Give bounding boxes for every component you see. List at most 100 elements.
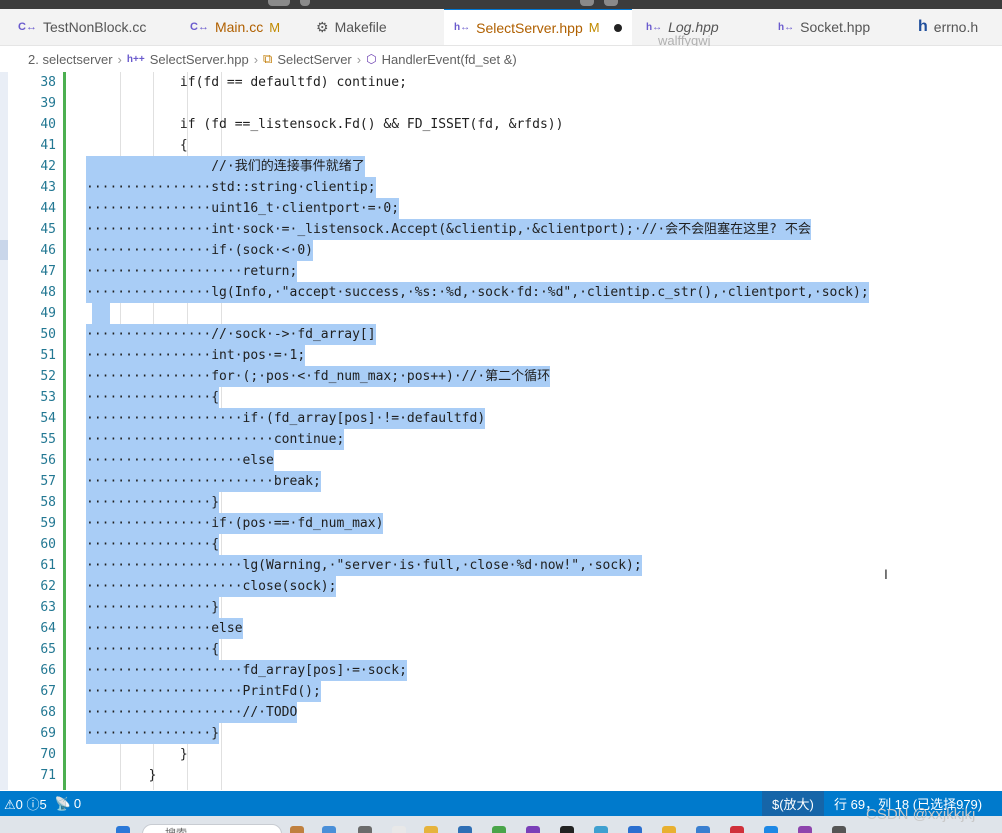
app-icon[interactable] bbox=[798, 826, 812, 833]
code-line[interactable]: 70 } bbox=[0, 744, 1002, 765]
code-text[interactable]: ························continue; bbox=[86, 429, 345, 450]
code-text[interactable]: ················} bbox=[86, 723, 220, 744]
code-line[interactable]: 56 ····················else bbox=[0, 450, 1002, 471]
taskbar-search[interactable]: 搜索 bbox=[142, 824, 282, 833]
app-icon[interactable] bbox=[358, 826, 372, 833]
tab-main-cc[interactable]: C↔ Main.cc M bbox=[180, 9, 306, 45]
code-text[interactable]: ····················return; bbox=[86, 261, 298, 282]
code-text[interactable]: ····················//·TODO bbox=[86, 702, 298, 723]
code-line[interactable]: 47 ····················return; bbox=[0, 261, 1002, 282]
code-text[interactable]: ················{ bbox=[86, 387, 220, 408]
code-text[interactable]: ················{ bbox=[86, 639, 220, 660]
app-icon[interactable] bbox=[458, 826, 472, 833]
ports-indicator[interactable]: 📡 0 bbox=[51, 796, 85, 812]
code-text[interactable]: ····················close(sock); bbox=[86, 576, 337, 597]
code-text[interactable]: ················if·(pos·==·fd_num_max) bbox=[86, 513, 384, 534]
code-line[interactable]: 64 ················else bbox=[0, 618, 1002, 639]
code-text[interactable]: if(fd == defaultfd) continue; bbox=[86, 72, 407, 93]
code-text[interactable]: ················//·sock·->·fd_array[] bbox=[86, 324, 376, 345]
code-text[interactable]: ····················PrintFd(); bbox=[86, 681, 321, 702]
code-line[interactable]: 45 ················int·sock·=·_listensock… bbox=[0, 219, 1002, 240]
code-line[interactable]: 46 ················if·(sock·<·0) bbox=[0, 240, 1002, 261]
code-text[interactable]: ················lg(Info,·"accept·success… bbox=[86, 282, 869, 303]
code-text[interactable]: ························break; bbox=[86, 471, 321, 492]
app-icon[interactable] bbox=[594, 826, 608, 833]
code-text[interactable]: ················int·sock·=·_listensock.A… bbox=[86, 219, 811, 240]
code-line[interactable]: 71 } bbox=[0, 765, 1002, 786]
code-line[interactable]: 43 ················std::string·clientip; bbox=[0, 177, 1002, 198]
code-line[interactable]: 61 ····················lg(Warning,·"serve… bbox=[0, 555, 1002, 576]
code-line[interactable]: 44 ················uint16_t·clientport·=·… bbox=[0, 198, 1002, 219]
code-line[interactable]: 38 if(fd == defaultfd) continue; bbox=[0, 72, 1002, 93]
code-text[interactable]: ················int·pos·=·1; bbox=[86, 345, 306, 366]
code-text[interactable]: ················uint16_t·clientport·=·0; bbox=[86, 198, 400, 219]
app-icon[interactable] bbox=[392, 826, 406, 833]
code-line[interactable]: 59 ················if·(pos·==·fd_num_max) bbox=[0, 513, 1002, 534]
code-line[interactable]: 51 ················int·pos·=·1; bbox=[0, 345, 1002, 366]
code-text[interactable]: if (fd ==_listensock.Fd() && FD_ISSET(fd… bbox=[86, 114, 564, 135]
code-text[interactable]: ················{ bbox=[86, 534, 220, 555]
app-icon[interactable] bbox=[322, 826, 336, 833]
start-icon[interactable] bbox=[116, 826, 130, 833]
code-line[interactable]: 42 //·我们的连接事件就绪了 bbox=[0, 156, 1002, 177]
code-line[interactable]: 60 ················{ bbox=[0, 534, 1002, 555]
app-icon[interactable] bbox=[696, 826, 710, 833]
code-text[interactable]: ····················fd_array[pos]·=·sock… bbox=[86, 660, 407, 681]
folder-icon[interactable] bbox=[424, 826, 438, 833]
code-line[interactable]: 62 ····················close(sock); bbox=[0, 576, 1002, 597]
tab-selectserver-hpp[interactable]: h↔ SelectServer.hpp M bbox=[444, 9, 632, 45]
app-icon[interactable] bbox=[492, 826, 506, 833]
app-icon[interactable] bbox=[628, 826, 642, 833]
app-icon[interactable] bbox=[730, 826, 744, 833]
app-icon[interactable] bbox=[662, 826, 676, 833]
code-line[interactable]: 53 ················{ bbox=[0, 387, 1002, 408]
code-text[interactable]: ················} bbox=[86, 492, 220, 513]
code-line[interactable]: 52 ················for·(;·pos·<·fd_num_ma… bbox=[0, 366, 1002, 387]
breadcrumb-folder[interactable]: 2. selectserver bbox=[28, 52, 113, 67]
code-text[interactable]: ················std::string·clientip; bbox=[86, 177, 376, 198]
code-text[interactable]: { bbox=[86, 135, 188, 156]
app-icon[interactable] bbox=[560, 826, 574, 833]
breadcrumb-class[interactable]: SelectServer bbox=[277, 52, 351, 67]
code-line[interactable]: 50 ················//·sock·->·fd_array[] bbox=[0, 324, 1002, 345]
code-text[interactable] bbox=[92, 303, 110, 324]
tab-errno-h[interactable]: h errno.h bbox=[908, 9, 1002, 45]
unsaved-dot-icon[interactable] bbox=[613, 23, 622, 32]
code-line[interactable]: 48 ················lg(Info,·"accept·succe… bbox=[0, 282, 1002, 303]
code-line[interactable]: 68 ····················//·TODO bbox=[0, 702, 1002, 723]
app-icon[interactable] bbox=[290, 826, 304, 833]
breadcrumb-method[interactable]: HandlerEvent(fd_set &) bbox=[382, 52, 517, 67]
code-line[interactable]: 39 bbox=[0, 93, 1002, 114]
code-editor[interactable]: 38 if(fd == defaultfd) continue; 39 40 if … bbox=[0, 72, 1002, 790]
code-text[interactable]: ················} bbox=[86, 597, 220, 618]
code-line[interactable]: 65 ················{ bbox=[0, 639, 1002, 660]
code-line[interactable]: 40 if (fd ==_listensock.Fd() && FD_ISSET… bbox=[0, 114, 1002, 135]
code-line[interactable]: 49 bbox=[0, 303, 1002, 324]
code-text[interactable]: ····················else bbox=[86, 450, 274, 471]
code-text[interactable]: ················if·(sock·<·0) bbox=[86, 240, 313, 261]
code-line[interactable]: 63 ················} bbox=[0, 597, 1002, 618]
visual-studio-icon[interactable] bbox=[526, 826, 540, 833]
code-text[interactable]: ················else bbox=[86, 618, 243, 639]
code-text[interactable]: } bbox=[86, 765, 157, 786]
zoom-indicator[interactable]: $(放大) bbox=[762, 791, 824, 816]
code-line[interactable]: 58 ················} bbox=[0, 492, 1002, 513]
tab-makefile[interactable]: ⚙ Makefile bbox=[306, 9, 436, 45]
code-text[interactable]: ····················if·(fd_array[pos]·!=… bbox=[86, 408, 486, 429]
code-line[interactable]: 55 ························continue; bbox=[0, 429, 1002, 450]
breadcrumb-file[interactable]: SelectServer.hpp bbox=[150, 52, 249, 67]
code-text[interactable]: } bbox=[86, 744, 188, 765]
code-line[interactable]: 67 ····················PrintFd(); bbox=[0, 681, 1002, 702]
code-text[interactable]: //·我们的连接事件就绪了 bbox=[86, 156, 365, 177]
app-icon[interactable] bbox=[832, 826, 846, 833]
vscode-icon[interactable] bbox=[764, 826, 778, 833]
code-line[interactable]: 41 { bbox=[0, 135, 1002, 156]
tab-socket-hpp[interactable]: h↔ Socket.hpp bbox=[768, 9, 904, 45]
code-text[interactable]: ····················lg(Warning,·"server·… bbox=[86, 555, 642, 576]
code-text[interactable]: ················for·(;·pos·<·fd_num_max;… bbox=[86, 366, 551, 387]
code-line[interactable]: 57 ························break; bbox=[0, 471, 1002, 492]
code-line[interactable]: 69 ················} bbox=[0, 723, 1002, 744]
code-line[interactable]: 54 ····················if·(fd_array[pos]·… bbox=[0, 408, 1002, 429]
code-line[interactable]: 66 ····················fd_array[pos]·=·so… bbox=[0, 660, 1002, 681]
problems-indicator[interactable]: ⚠0 ⓘ5 bbox=[0, 794, 51, 813]
